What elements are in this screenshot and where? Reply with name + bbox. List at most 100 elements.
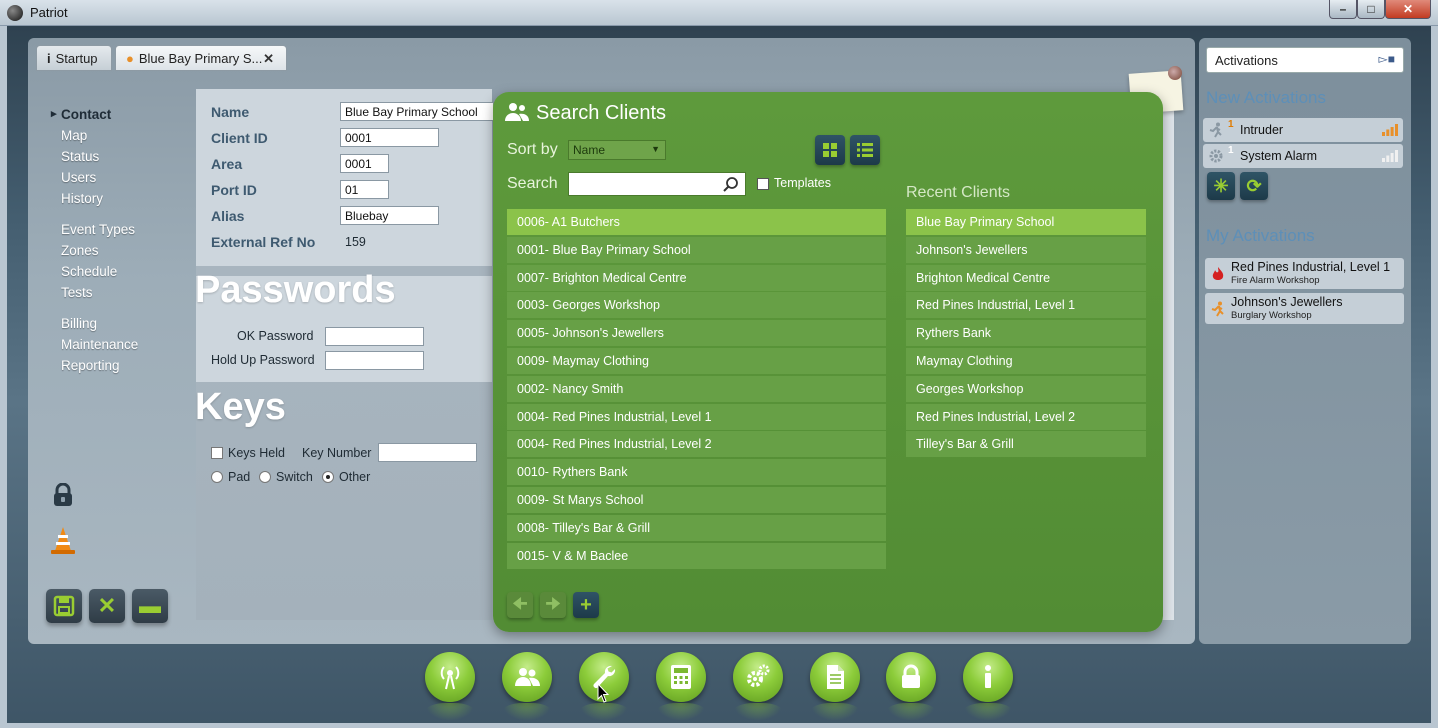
dock-settings-button[interactable]	[733, 652, 783, 702]
recent-client-row[interactable]: Tilley's Bar & Grill	[906, 431, 1146, 458]
nav-item-map[interactable]: Map	[52, 125, 182, 146]
search-result-row[interactable]: 0003- Georges Workshop	[507, 292, 886, 319]
search-result-row[interactable]: 0002- Nancy Smith	[507, 375, 886, 402]
search-result-row[interactable]: 0007- Brighton Medical Centre	[507, 264, 886, 291]
nav-item-zones[interactable]: Zones	[52, 240, 182, 261]
document-icon	[827, 665, 844, 689]
nav-item-event-types[interactable]: Event Types	[52, 219, 182, 240]
dock-billing-button[interactable]	[656, 652, 706, 702]
keys-held-label: Keys Held	[228, 446, 285, 460]
key-number-field[interactable]	[378, 443, 477, 462]
maximize-button[interactable]: □	[1357, 0, 1385, 19]
pin-icon[interactable]: ▻■	[1379, 52, 1395, 66]
search-result-row[interactable]: 0004- Red Pines Industrial, Level 2	[507, 431, 886, 458]
nav-gap	[52, 303, 182, 313]
search-result-row[interactable]: 0010- Rythers Bank	[507, 459, 886, 486]
nav-item-maintenance[interactable]: Maintenance	[52, 334, 182, 355]
nav-item-contact[interactable]: Contact	[52, 104, 182, 125]
dock-monitoring-button[interactable]	[425, 652, 475, 702]
close-window-button[interactable]: ✕	[1385, 0, 1431, 19]
sort-by-label: Sort by	[507, 141, 558, 158]
tab-client[interactable]: ● Blue Bay Primary S... ✕	[115, 45, 287, 71]
minimize-button[interactable]: –	[1329, 0, 1357, 19]
other-radio[interactable]	[322, 471, 334, 483]
calculator-icon	[671, 665, 691, 689]
recent-client-row[interactable]: Georges Workshop	[906, 375, 1146, 402]
add-client-button[interactable]: +	[573, 592, 599, 618]
search-input[interactable]	[568, 172, 746, 196]
client-id-field[interactable]: 0001	[340, 128, 439, 147]
recent-client-row[interactable]: Blue Bay Primary School	[906, 209, 1146, 235]
list-view-button[interactable]	[850, 135, 880, 165]
tab-client-label: Blue Bay Primary S...	[138, 51, 263, 66]
search-result-row[interactable]: 0009- St Marys School	[507, 487, 886, 513]
nav-item-billing[interactable]: Billing	[52, 313, 182, 334]
search-result-row[interactable]: 0006- A1 Butchers	[507, 209, 886, 235]
refresh-button[interactable]: ⟳	[1240, 172, 1268, 200]
new-activation-system-alarm[interactable]: 1 System Alarm	[1203, 144, 1403, 168]
nav-item-tests[interactable]: Tests	[52, 282, 182, 303]
external-ref-label: External Ref No	[211, 234, 316, 250]
my-activation-item[interactable]: Red Pines Industrial, Level 1 Fire Alarm…	[1205, 258, 1404, 289]
nav-item-status[interactable]: Status	[52, 146, 182, 167]
nav-item-reporting[interactable]: Reporting	[52, 355, 182, 376]
sort-by-select[interactable]: Name ▼	[568, 140, 666, 160]
list-icon	[857, 143, 873, 157]
recent-clients-title: Recent Clients	[906, 184, 1011, 201]
search-icon[interactable]	[722, 176, 740, 194]
port-id-field[interactable]: 01	[340, 180, 389, 199]
other-label: Other	[339, 470, 371, 484]
holdup-password-field[interactable]	[325, 351, 424, 370]
dock-info-button[interactable]	[963, 652, 1013, 702]
keys-held-checkbox[interactable]	[211, 447, 223, 459]
acknowledge-button[interactable]: ✳	[1207, 172, 1235, 200]
name-field[interactable]: Blue Bay Primary School	[340, 102, 494, 121]
area-field[interactable]: 0001	[340, 154, 389, 173]
nav-item-history[interactable]: History	[52, 188, 182, 209]
padlock-icon	[902, 664, 920, 688]
plus-icon: +	[580, 594, 592, 616]
cancel-button[interactable]: ✕	[89, 589, 125, 623]
templates-checkbox[interactable]	[757, 178, 769, 190]
signal-bars-icon	[1382, 124, 1398, 136]
search-result-row[interactable]: 0005- Johnson's Jewellers	[507, 320, 886, 347]
dock-clients-button[interactable]	[502, 652, 552, 702]
title-bar: Patriot – □ ✕	[0, 0, 1438, 26]
save-button[interactable]	[46, 589, 82, 623]
padlock-icon[interactable]	[52, 483, 74, 507]
search-result-row[interactable]: 0008- Tilley's Bar & Grill	[507, 514, 886, 541]
close-tab-icon[interactable]: ✕	[263, 51, 274, 67]
search-result-row[interactable]: 0001- Blue Bay Primary School	[507, 236, 886, 263]
dock-lock-button[interactable]	[886, 652, 936, 702]
switch-radio[interactable]	[259, 471, 271, 483]
nav-item-users[interactable]: Users	[52, 167, 182, 188]
traffic-cone-icon[interactable]	[49, 525, 77, 555]
previous-page-button[interactable]: 🠈	[507, 592, 533, 618]
next-page-button[interactable]: 🠊	[540, 592, 566, 618]
search-result-row[interactable]: 0009- Maymay Clothing	[507, 348, 886, 374]
recent-client-row[interactable]: Brighton Medical Centre	[906, 264, 1146, 291]
recent-client-row[interactable]: Maymay Clothing	[906, 348, 1146, 374]
recent-client-row[interactable]: Red Pines Industrial, Level 2	[906, 403, 1146, 430]
window-frame-bottom	[0, 723, 1438, 728]
alias-field[interactable]: Bluebay	[340, 206, 439, 225]
dock-reports-button[interactable]	[810, 652, 860, 702]
grid-view-button[interactable]	[815, 135, 845, 165]
passwords-heading: Passwords	[195, 269, 396, 311]
tab-startup[interactable]: i Startup	[36, 45, 112, 71]
nav-item-schedule[interactable]: Schedule	[52, 261, 182, 282]
recent-client-row[interactable]: Rythers Bank	[906, 320, 1146, 347]
pad-radio[interactable]	[211, 471, 223, 483]
remove-button[interactable]: ▬	[132, 589, 168, 623]
my-activation-item[interactable]: Johnson's Jewellers Burglary Workshop	[1205, 293, 1404, 324]
dock-reflection	[886, 703, 936, 721]
window-title: Patriot	[30, 5, 68, 20]
sparkle-icon: ✳	[1213, 176, 1229, 196]
search-result-row[interactable]: 0004- Red Pines Industrial, Level 1	[507, 403, 886, 430]
recent-client-row[interactable]: Red Pines Industrial, Level 1	[906, 292, 1146, 319]
ok-password-field[interactable]	[325, 327, 424, 346]
new-activation-intruder[interactable]: 1 Intruder	[1203, 118, 1403, 142]
recent-client-row[interactable]: Johnson's Jewellers	[906, 236, 1146, 263]
search-result-row[interactable]: 0015- V & M Baclee	[507, 542, 886, 569]
ok-password-label: OK Password	[237, 329, 314, 343]
